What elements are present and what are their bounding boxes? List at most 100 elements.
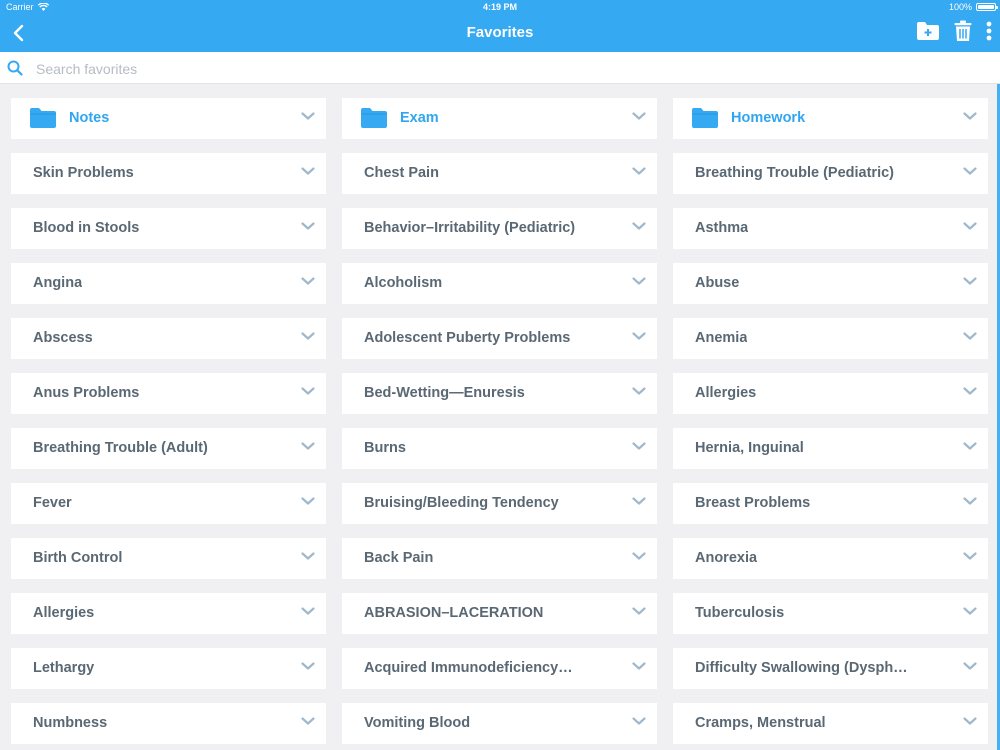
chevron-down-icon [963,552,977,560]
favorite-item[interactable]: Numbness [11,703,326,744]
favorite-item-label: ABRASION–LACERATION [364,605,544,621]
chevron-down-icon [301,717,315,725]
favorite-item-label: Chest Pain [364,165,439,181]
battery-icon [976,3,998,11]
delete-button[interactable] [954,20,972,47]
favorite-item[interactable]: Bed-Wetting—Enuresis [342,373,657,414]
folder-label: Notes [69,110,110,126]
favorite-item-label: Adolescent Puberty Problems [364,330,571,346]
favorite-item[interactable]: Hernia, Inguinal [673,428,988,469]
favorite-item-label: Anemia [695,330,748,346]
favorite-item-label: Angina [33,275,83,291]
add-folder-button[interactable] [916,21,940,46]
favorite-item[interactable]: Difficulty Swallowing (Dysph… [673,648,988,689]
status-time: 4:19 PM [482,2,517,12]
folder-icon [30,108,56,128]
favorite-item[interactable]: Anorexia [673,538,988,579]
favorite-item-label: Hernia, Inguinal [695,440,804,456]
chevron-down-icon [963,112,977,120]
chevron-down-icon [963,277,977,285]
favorite-item-label: Numbness [33,715,108,731]
chevron-down-icon [301,222,315,230]
chevron-down-icon [632,497,646,505]
favorite-item[interactable]: Angina [11,263,326,304]
favorite-item[interactable]: Birth Control [11,538,326,579]
favorite-item[interactable]: Anemia [673,318,988,359]
folder-icon [692,108,718,128]
folder-icon [361,108,387,128]
favorite-item[interactable]: Bruising/Bleeding Tendency [342,483,657,524]
favorite-item[interactable]: Breathing Trouble (Adult) [11,428,326,469]
favorite-item[interactable]: Anus Problems [11,373,326,414]
favorite-item-label: Tuberculosis [695,605,785,621]
favorite-item-label: Cramps, Menstrual [695,715,826,731]
favorite-item-label: Bruising/Bleeding Tendency [364,495,559,511]
chevron-down-icon [301,442,315,450]
favorite-item[interactable]: Chest Pain [342,153,657,194]
favorite-item-label: Abscess [33,330,93,346]
favorite-item[interactable]: Alcoholism [342,263,657,304]
favorite-item[interactable]: Abuse [673,263,988,304]
chevron-down-icon [963,332,977,340]
battery-percent: 100% [948,2,972,12]
trash-icon [954,20,972,41]
favorite-item-label: Vomiting Blood [364,715,471,731]
folder-row[interactable]: Homework [673,98,988,139]
favorite-item[interactable]: Burns [342,428,657,469]
favorite-item[interactable]: Skin Problems [11,153,326,194]
favorite-item-label: Asthma [695,220,749,236]
chevron-down-icon [632,607,646,615]
favorite-item-label: Allergies [33,605,95,621]
favorite-item[interactable]: Breathing Trouble (Pediatric) [673,153,988,194]
chevron-down-icon [301,112,315,120]
favorite-item[interactable]: Vomiting Blood [342,703,657,744]
favorite-item[interactable]: Abscess [11,318,326,359]
favorite-item-label: Acquired Immunodeficiency… [364,660,573,676]
folder-row[interactable]: Exam [342,98,657,139]
favorite-item[interactable]: Behavior–Irritability (Pediatric) [342,208,657,249]
chevron-down-icon [632,552,646,560]
favorite-item[interactable]: Allergies [11,593,326,634]
favorite-item[interactable]: Breast Problems [673,483,988,524]
navigation-bar: Favorites [0,15,1000,52]
favorite-item[interactable]: Lethargy [11,648,326,689]
more-options-button[interactable] [986,21,992,46]
chevron-down-icon [301,332,315,340]
battery-group: 100% [948,2,998,12]
chevron-down-icon [632,167,646,175]
chevron-down-icon [632,442,646,450]
favorite-item-label: Difficulty Swallowing (Dysph… [695,660,908,676]
favorite-item-label: Abuse [695,275,740,291]
chevron-down-icon [301,277,315,285]
favorite-item-label: Bed-Wetting—Enuresis [364,385,525,401]
chevron-down-icon [963,167,977,175]
chevron-down-icon [301,387,315,395]
chevron-down-icon [963,387,977,395]
favorites-grid: Notes Exam Homework Skin Problems Chest Pain… [11,98,988,744]
chevron-down-icon [963,442,977,450]
favorite-item-label: Breathing Trouble (Adult) [33,440,208,456]
favorite-item[interactable]: Cramps, Menstrual [673,703,988,744]
chevron-down-icon [963,222,977,230]
favorite-item[interactable]: Acquired Immunodeficiency… [342,648,657,689]
favorite-item-label: Anus Problems [33,385,140,401]
search-input[interactable] [34,57,938,81]
favorite-item-label: Blood in Stools [33,220,140,236]
favorite-item[interactable]: Tuberculosis [673,593,988,634]
favorite-item-label: Back Pain [364,550,434,566]
favorite-item[interactable]: Fever [11,483,326,524]
chevron-down-icon [632,332,646,340]
favorite-item[interactable]: Blood in Stools [11,208,326,249]
chevron-down-icon [632,222,646,230]
favorite-item-label: Alcoholism [364,275,443,291]
favorite-item[interactable]: Back Pain [342,538,657,579]
favorite-item-label: Breathing Trouble (Pediatric) [695,165,894,181]
favorite-item[interactable]: Asthma [673,208,988,249]
favorite-item[interactable]: Adolescent Puberty Problems [342,318,657,359]
favorite-item[interactable]: Allergies [673,373,988,414]
favorite-item[interactable]: ABRASION–LACERATION [342,593,657,634]
favorite-item-label: Behavior–Irritability (Pediatric) [364,220,576,236]
favorite-item-label: Anorexia [695,550,758,566]
folder-row[interactable]: Notes [11,98,326,139]
favorite-item-label: Breast Problems [695,495,811,511]
